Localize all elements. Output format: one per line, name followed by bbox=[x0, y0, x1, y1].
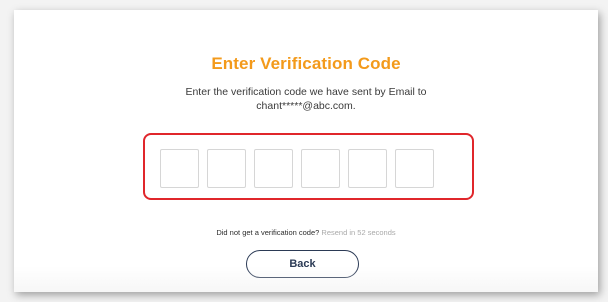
code-digit-2-input[interactable] bbox=[207, 149, 246, 188]
code-digit-1-input[interactable] bbox=[160, 149, 199, 188]
code-digit-4-input[interactable] bbox=[301, 149, 340, 188]
page-background: Enter Verification Code Enter the verifi… bbox=[0, 0, 608, 302]
resend-question: Did not get a verification code? bbox=[216, 228, 320, 237]
instruction-line-1: Enter the verification code we have sent… bbox=[185, 86, 427, 98]
code-input-group bbox=[160, 149, 434, 188]
resend-countdown: Resend in 52 seconds bbox=[321, 228, 396, 237]
code-digit-6-input[interactable] bbox=[395, 149, 434, 188]
bottom-fade bbox=[14, 266, 598, 292]
code-digit-5-input[interactable] bbox=[348, 149, 387, 188]
page-title: Enter Verification Code bbox=[211, 54, 401, 73]
code-digit-3-input[interactable] bbox=[254, 149, 293, 188]
masked-email: chant*****@abc.com. bbox=[256, 100, 356, 112]
instruction-text: Enter the verification code we have sent… bbox=[14, 85, 598, 113]
code-input-highlight bbox=[143, 133, 474, 200]
resend-info: Did not get a verification code? Resend … bbox=[14, 228, 598, 237]
verification-card: Enter Verification Code Enter the verifi… bbox=[14, 10, 598, 292]
